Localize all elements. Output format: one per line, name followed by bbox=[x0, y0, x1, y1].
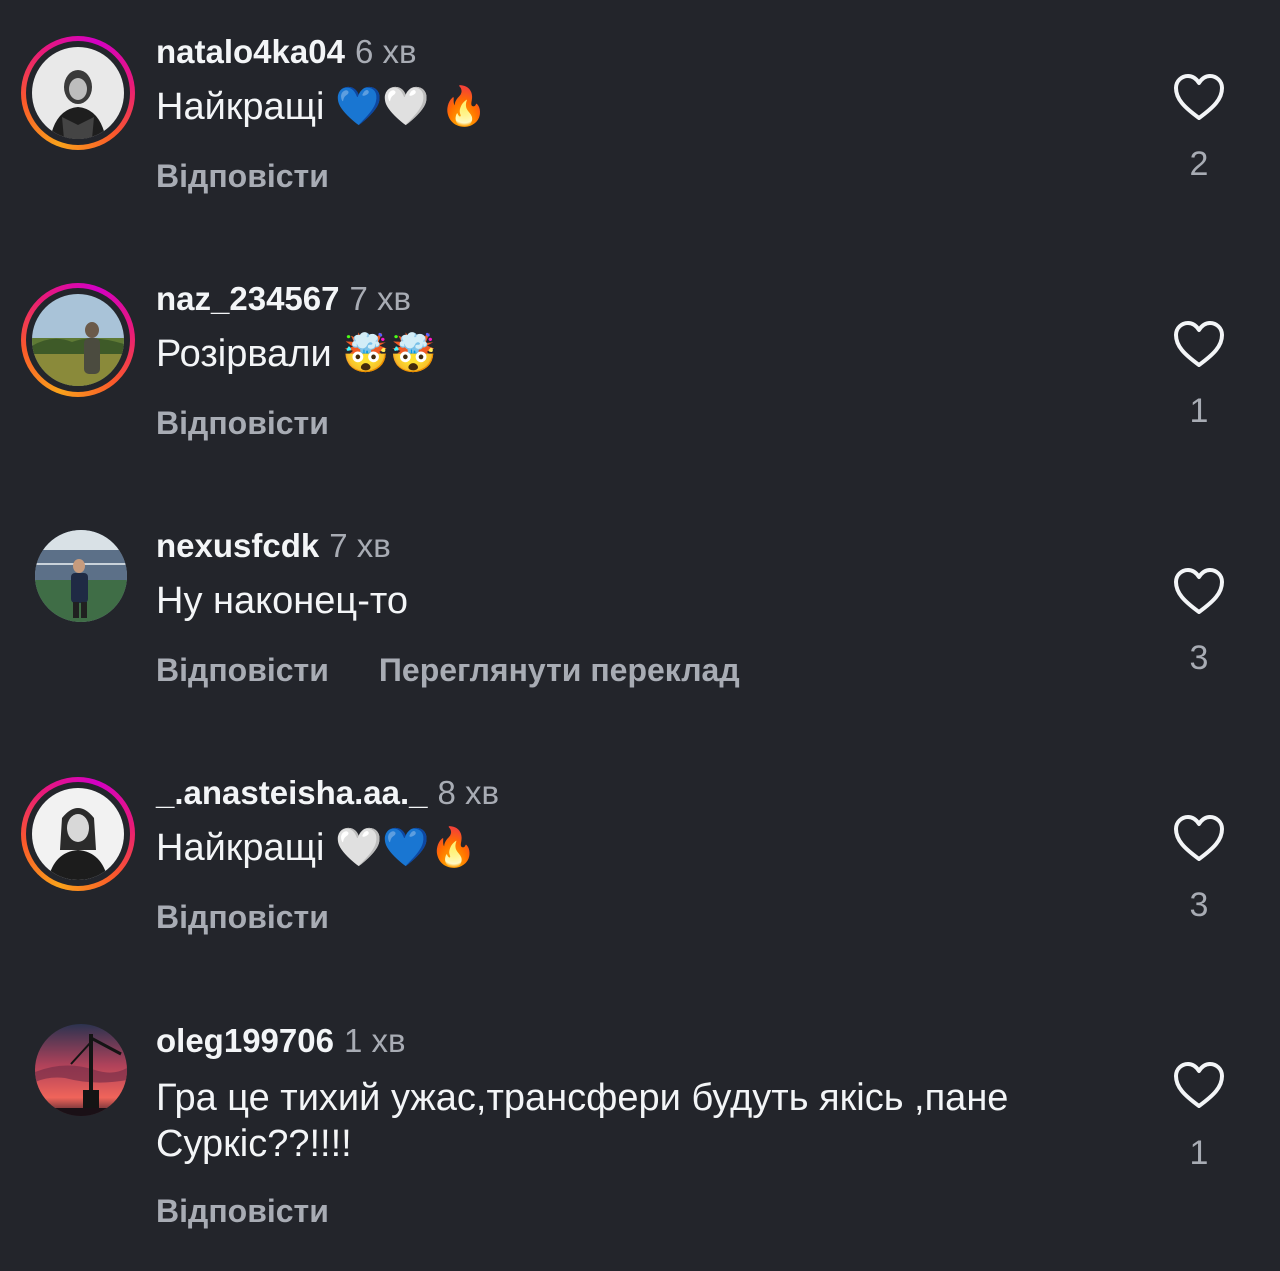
timestamp: 8 хв bbox=[437, 774, 500, 811]
comment-actions: Відповісти bbox=[156, 156, 329, 196]
timestamp: 7 хв bbox=[329, 527, 391, 564]
comment-header: naz_234567 7 хв bbox=[156, 279, 411, 319]
timestamp: 7 хв bbox=[349, 280, 412, 317]
username[interactable]: natalo4ka04 bbox=[156, 33, 345, 70]
comment-text: Розірвали 🤯🤯 bbox=[156, 333, 437, 375]
comment-header: _.anasteisha.aa._ 8 хв bbox=[156, 773, 499, 813]
avatar-wrapper[interactable] bbox=[21, 516, 135, 630]
reply-button[interactable]: Відповісти bbox=[156, 899, 329, 935]
avatar-story-ring[interactable] bbox=[21, 283, 135, 397]
like-count: 1 bbox=[1189, 1134, 1209, 1172]
avatar-wrapper[interactable] bbox=[21, 1010, 135, 1124]
avatar bbox=[32, 788, 124, 880]
comment-text: Ну наконец-то bbox=[156, 580, 408, 622]
username[interactable]: nexusfcdk bbox=[156, 527, 319, 564]
avatar-story-ring[interactable] bbox=[21, 36, 135, 150]
heart-outline-icon[interactable] bbox=[1172, 813, 1226, 863]
comment-text: Найкращі 🤍💙🔥 bbox=[156, 827, 477, 869]
like-count: 2 bbox=[1189, 145, 1209, 183]
comment-actions: Відповісти bbox=[156, 403, 329, 443]
reply-button[interactable]: Відповісти bbox=[156, 652, 329, 688]
heart-outline-icon[interactable] bbox=[1172, 319, 1226, 369]
heart-outline-icon[interactable] bbox=[1172, 1060, 1226, 1110]
reply-button[interactable]: Відповісти bbox=[156, 158, 329, 194]
heart-outline-icon[interactable] bbox=[1172, 72, 1226, 122]
reply-button[interactable]: Відповісти bbox=[156, 405, 329, 441]
avatar bbox=[32, 294, 124, 386]
like-count: 1 bbox=[1189, 392, 1209, 430]
timestamp: 1 хв bbox=[343, 1022, 406, 1059]
like-count: 3 bbox=[1189, 639, 1209, 677]
comment-header: oleg199706 1 хв bbox=[156, 1021, 406, 1061]
reply-button[interactable]: Відповісти bbox=[156, 1193, 329, 1229]
avatar bbox=[32, 47, 124, 139]
username[interactable]: _.anasteisha.aa._ bbox=[156, 774, 428, 811]
avatar bbox=[35, 1024, 127, 1116]
comment-header: nexusfcdk 7 хв bbox=[156, 526, 391, 566]
comment-text: Найкращі 💙🤍 🔥 bbox=[156, 86, 488, 128]
username[interactable]: naz_234567 bbox=[156, 280, 339, 317]
comment-header: natalo4ka04 6 хв bbox=[156, 32, 417, 72]
comment-actions: Відповісти bbox=[156, 897, 329, 937]
avatar-story-ring[interactable] bbox=[21, 777, 135, 891]
avatar bbox=[35, 530, 127, 622]
see-translation-button[interactable]: Переглянути переклад bbox=[379, 652, 740, 688]
heart-outline-icon[interactable] bbox=[1172, 566, 1226, 616]
comment-actions: Відповісти bbox=[156, 1191, 329, 1231]
timestamp: 6 хв bbox=[354, 33, 417, 70]
comment-text: Гра це тихий ужас,трансфери будуть якісь… bbox=[156, 1077, 1020, 1165]
comment-actions: Відповісти Переглянути переклад bbox=[156, 650, 740, 690]
like-count: 3 bbox=[1189, 886, 1209, 924]
username[interactable]: oleg199706 bbox=[156, 1022, 334, 1059]
